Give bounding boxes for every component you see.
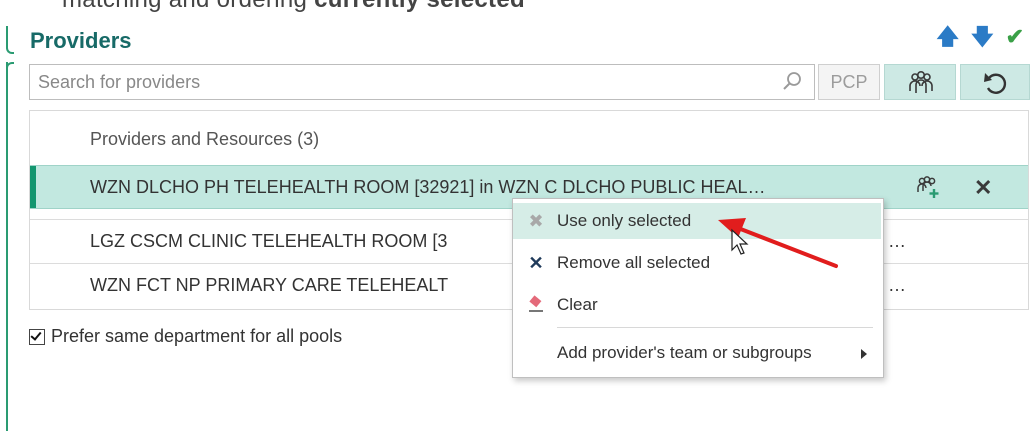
header-icons: 🡅 🡇 ✔ — [936, 26, 1024, 48]
pcp-button[interactable]: PCP — [818, 64, 880, 100]
x-icon: ✕ — [528, 253, 544, 273]
prefer-label: Prefer same department for all pools — [51, 326, 343, 346]
check-icon[interactable]: ✔ — [1006, 26, 1024, 48]
prefer-department[interactable]: Prefer same department for all pools — [29, 326, 342, 347]
mouse-cursor-icon — [731, 228, 749, 255]
prefer-checkbox[interactable] — [29, 328, 45, 345]
eraser-icon — [529, 295, 543, 312]
row-text: LGZ CSCM CLINIC TELEHEALTH ROOM [3 — [90, 231, 448, 251]
row-ellipsis: … — [888, 275, 906, 295]
faded-x-icon: ✖ — [528, 211, 544, 231]
group-icon — [909, 71, 933, 93]
menu-separator — [557, 327, 873, 328]
remove-icon[interactable]: ✕ — [974, 175, 992, 201]
selection-bar — [30, 166, 36, 208]
group-button[interactable] — [884, 64, 956, 100]
row-text: WZN FCT NP PRIMARY CARE TELEHEALT — [90, 275, 449, 295]
list-header: Providers and Resources (3) — [90, 129, 320, 149]
arrow-down-icon[interactable]: 🡇 — [971, 26, 994, 48]
submenu-arrow-icon — [861, 349, 867, 359]
add-team-icon[interactable] — [913, 174, 941, 200]
red-arrow-annotation — [718, 218, 838, 268]
reset-button[interactable] — [960, 64, 1030, 100]
search-input[interactable] — [30, 65, 776, 99]
rail-line — [6, 62, 8, 431]
undo-icon — [984, 73, 1007, 94]
rail-hook — [6, 26, 14, 54]
row-ellipsis: … — [888, 231, 906, 251]
menu-item-add-team[interactable]: Add provider's team or subgroups — [513, 335, 881, 371]
menu-item-clear[interactable]: Clear — [513, 287, 881, 323]
search-icon[interactable] — [780, 70, 804, 94]
arrow-up-icon[interactable]: 🡅 — [936, 26, 959, 48]
top-cut-text: matching and ordering currently selected — [62, 0, 525, 14]
search-box — [29, 64, 815, 100]
row-text: WZN DLCHO PH TELEHEALTH ROOM [32921] in … — [90, 177, 766, 197]
providers-title: Providers — [30, 28, 132, 53]
left-rail — [0, 0, 14, 431]
